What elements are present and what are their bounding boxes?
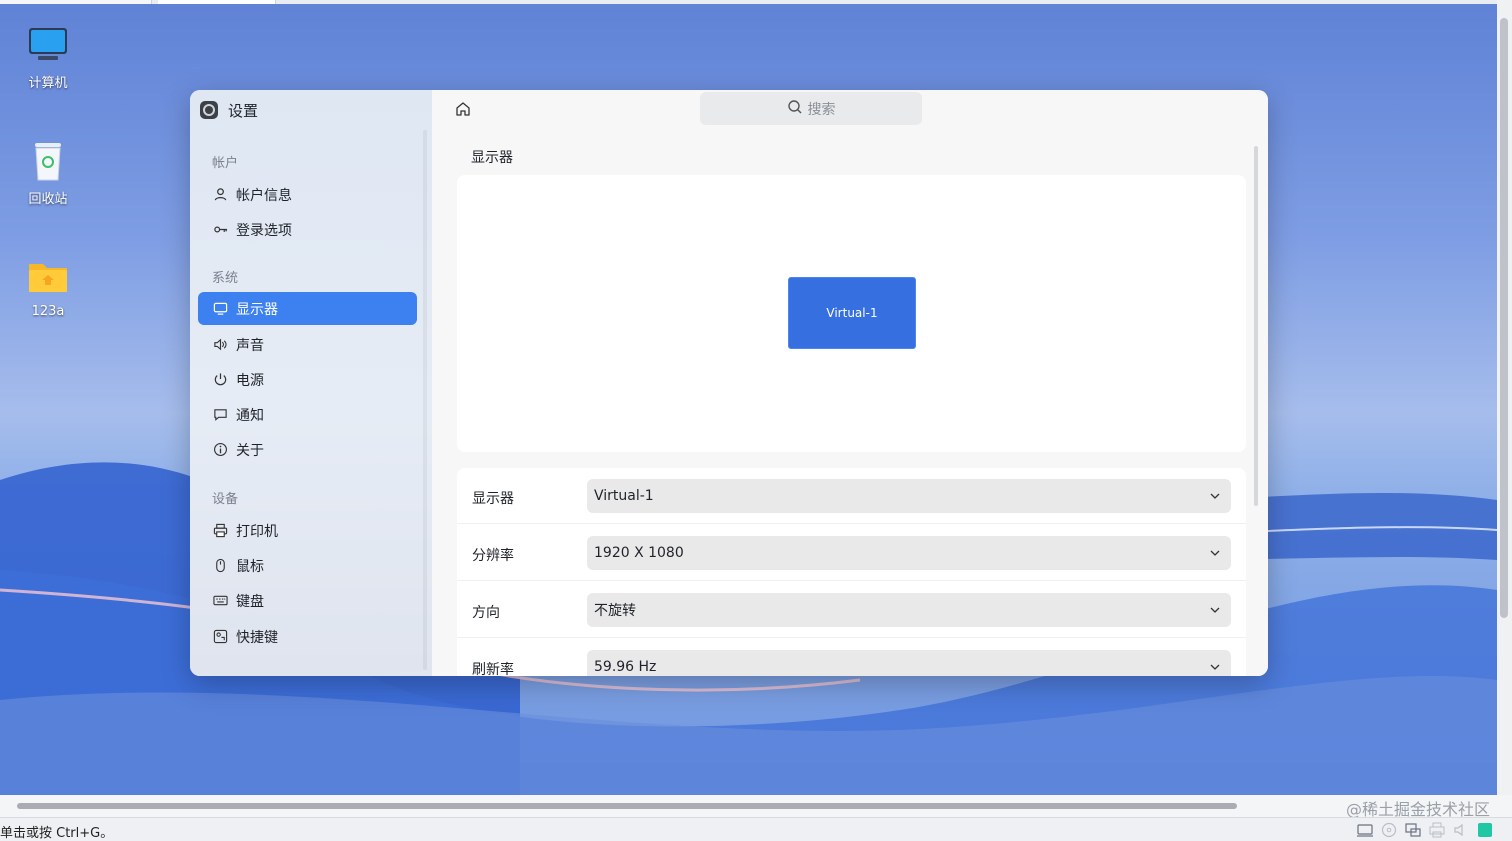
group-label-devices: 设备 [212,492,239,507]
sidebar-item-label: 登录选项 [236,222,292,239]
sidebar-item-display[interactable]: 显示器 [198,292,417,325]
setting-label: 刷新率 [472,662,514,676]
horizontal-scrollbar[interactable]: @稀土掘金技术社区 [0,795,1512,819]
sidebar-item-label: 声音 [236,337,264,354]
setting-label: 分辨率 [472,548,514,564]
sidebar-item-label: 帐户信息 [236,187,292,204]
select-value: 59.96 Hz [594,659,657,675]
main-scrollbar[interactable] [1254,146,1258,506]
app-title: 设置 [228,101,259,120]
display-settings-card: 显示器 Virtual-1 分辨率 1920 X 1080 方向 不旋转 刷新率… [457,468,1246,676]
chevron-down-icon [1210,664,1220,670]
top-tab-strip [0,0,1497,4]
sidebar-item-notifications[interactable]: 通知 [198,398,417,431]
cd-icon[interactable] [1380,821,1398,839]
setting-label: 方向 [472,605,500,621]
scrollbar-thumb[interactable] [17,803,1237,809]
desktop-icon-folder[interactable]: 123a [8,256,88,319]
sidebar-item-about[interactable]: 关于 [198,433,417,466]
computer-icon [26,24,70,68]
setting-row-refresh-rate: 刷新率 59.96 Hz [457,639,1246,676]
display-select[interactable]: Virtual-1 [587,479,1231,513]
sidebar-item-shortcuts[interactable]: 快捷键 [198,620,417,653]
search-icon [787,99,803,119]
main-panel: 搜索 .topbar .wctl{ } 显示器 Virtual-1 显示器 [432,90,1268,676]
scrollbar-thumb[interactable] [1500,18,1508,618]
group-label-system: 系统 [212,271,239,286]
desktop-icon-label: 计算机 [28,76,68,91]
home-icon[interactable] [454,100,472,118]
status-hint: 单击或按 Ctrl+G。 [0,826,114,841]
sidebar-item-mouse[interactable]: 鼠标 [198,549,417,582]
system-tray [1356,821,1494,839]
setting-label: 显示器 [472,491,514,507]
settings-window: 设置 帐户 帐户信息 登录选项 系统 显示器 声音 电源 通知 关于 设备 打印… [190,90,1268,676]
sidebar-item-label: 键盘 [236,593,264,610]
select-value: Virtual-1 [594,488,654,504]
title-bar: 搜索 [432,90,1268,128]
display-icon[interactable] [1404,821,1422,839]
chevron-down-icon [1210,607,1220,613]
volume-icon[interactable] [1452,821,1470,839]
search-input[interactable]: 搜索 [700,92,922,125]
desktop-icon-computer[interactable]: 计算机 [8,24,88,91]
sidebar-item-keyboard[interactable]: 键盘 [198,584,417,617]
sidebar-item-power[interactable]: 电源 [198,363,417,396]
setting-row-orientation: 方向 不旋转 [457,582,1246,638]
power-icon [212,372,228,388]
sidebar-item-account-info[interactable]: 帐户信息 [198,178,417,211]
sidebar-item-printer[interactable]: 打印机 [198,514,417,547]
display-preview: Virtual-1 [457,175,1246,452]
speaker-icon [212,337,228,353]
app-title-bar: 设置 [200,100,258,120]
sidebar-scrollbar[interactable] [423,130,427,670]
desktop-icon-label: 回收站 [28,192,68,207]
group-label-account: 帐户 [212,156,239,171]
sidebar-item-label: 关于 [236,442,264,459]
sidebar-item-label: 电源 [236,372,264,389]
sidebar-item-label: 鼠标 [236,558,264,575]
chevron-down-icon [1210,550,1220,556]
sidebar-item-sound[interactable]: 声音 [198,328,417,361]
page-title: 显示器 [471,150,513,166]
printer-icon [212,523,228,539]
desktop-vertical-scrollbar[interactable] [1497,0,1512,795]
shortcut-icon [212,629,228,645]
network-icon[interactable] [1356,821,1374,839]
select-value: 不旋转 [594,603,636,619]
sidebar-item-label: 通知 [236,407,264,424]
folder-icon [26,256,70,300]
info-icon [212,442,228,458]
printer-tray-icon[interactable] [1428,821,1446,839]
orientation-select[interactable]: 不旋转 [587,593,1231,627]
sidebar-item-label: 显示器 [236,301,278,318]
refresh-rate-select[interactable]: 59.96 Hz [587,650,1231,676]
monitor-tile[interactable]: Virtual-1 [788,277,916,349]
notes-icon[interactable] [1476,821,1494,839]
setting-row-display: 显示器 Virtual-1 [457,468,1246,524]
search-placeholder: 搜索 [807,101,836,118]
desktop-icon-label: 123a [31,304,65,319]
resolution-select[interactable]: 1920 X 1080 [587,536,1231,570]
notification-icon [212,407,228,423]
top-tab-1[interactable] [0,0,152,4]
sidebar-item-login-options[interactable]: 登录选项 [198,213,417,246]
setting-row-resolution: 分辨率 1920 X 1080 [457,525,1246,581]
trash-icon [26,140,70,184]
mouse-icon [212,558,228,574]
sidebar-item-label: 快捷键 [236,629,278,646]
user-icon [212,187,228,203]
desktop-icon-trash[interactable]: 回收站 [8,140,88,207]
select-value: 1920 X 1080 [594,545,684,561]
sidebar: 设置 帐户 帐户信息 登录选项 系统 显示器 声音 电源 通知 关于 设备 打印… [190,90,432,676]
chevron-down-icon [1210,493,1220,499]
top-tab-2[interactable] [158,0,276,4]
keyboard-icon [212,593,228,609]
settings-app-icon [200,101,218,119]
monitor-icon [212,301,228,317]
sidebar-item-label: 打印机 [236,523,278,540]
key-icon [212,222,228,238]
status-bar: 单击或按 Ctrl+G。 [0,817,1512,841]
